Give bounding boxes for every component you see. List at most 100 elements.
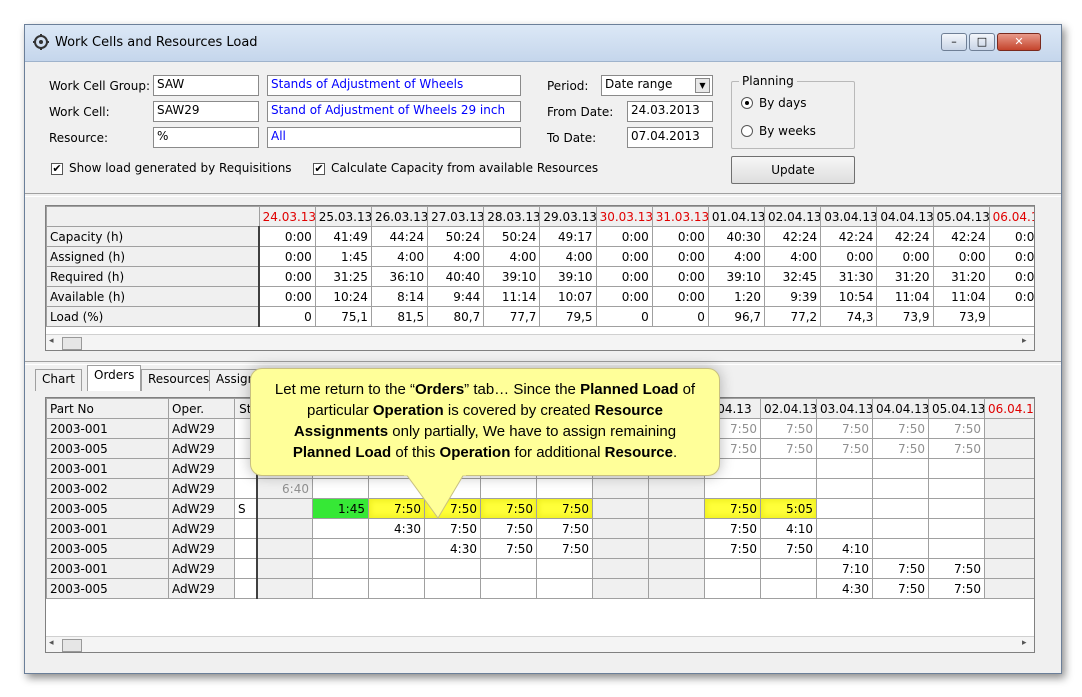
summary-cell[interactable]: 42:24 — [932, 226, 990, 247]
part-no-cell[interactable]: 2003-001 — [46, 418, 169, 439]
summary-cell[interactable]: 4:00 — [539, 246, 597, 267]
summary-cell[interactable]: 0:00 — [651, 266, 709, 287]
oper-cell[interactable]: AdW29 — [168, 418, 235, 439]
order-cell[interactable] — [592, 498, 649, 519]
order-cell[interactable] — [760, 478, 817, 499]
summary-cell[interactable]: 77,7 — [483, 306, 541, 327]
summary-cell[interactable]: 31:25 — [314, 266, 372, 287]
order-cell[interactable]: 7:50 — [536, 538, 593, 559]
summary-cell[interactable]: 0 — [988, 306, 1034, 327]
date-header[interactable]: 24.03.13 — [258, 206, 316, 227]
summary-cell[interactable]: 11:04 — [932, 286, 990, 307]
order-cell[interactable] — [928, 498, 985, 519]
summary-cell[interactable]: 79,5 — [539, 306, 597, 327]
order-cell[interactable] — [872, 518, 929, 539]
date-header[interactable]: 31.03.13 — [651, 206, 709, 227]
date-header[interactable]: 30.03.13 — [595, 206, 653, 227]
summary-cell[interactable]: 10:54 — [820, 286, 878, 307]
tab-chart[interactable]: Chart — [35, 369, 82, 391]
summary-cell[interactable]: 9:44 — [427, 286, 485, 307]
order-cell[interactable]: 7:50 — [536, 498, 593, 519]
order-cell[interactable]: 7:50 — [704, 538, 761, 559]
table-row[interactable]: 2003-001 AdW29 7:10 7:50 7:50 — [46, 558, 1034, 579]
summary-grid[interactable]: 24.03.13 25.03.13 26.03.13 27.03.13 28.03.13… — [45, 205, 1035, 351]
by-days-radio[interactable] — [741, 97, 753, 109]
tab-resources[interactable]: Resources — [141, 369, 217, 391]
date-header-0204[interactable]: 02.04.13 — [760, 398, 817, 419]
summary-cell[interactable]: 0:00 — [651, 286, 709, 307]
summary-cell[interactable]: 50:24 — [483, 226, 541, 247]
summary-cell[interactable]: 42:24 — [876, 226, 934, 247]
summary-cell[interactable]: 0:00 — [595, 266, 653, 287]
summary-cell[interactable]: 8:14 — [370, 286, 429, 307]
summary-cell[interactable]: 39:10 — [539, 266, 597, 287]
summary-cell[interactable]: 73,9 — [876, 306, 934, 327]
order-cell[interactable]: 7:50 — [928, 558, 985, 579]
order-cell[interactable] — [536, 578, 593, 599]
order-cell[interactable]: 4:30 — [424, 538, 481, 559]
part-no-cell[interactable]: 2003-005 — [46, 498, 169, 519]
order-cell[interactable] — [480, 578, 537, 599]
date-header[interactable]: 28.03.13 — [483, 206, 541, 227]
order-cell[interactable]: 4:30 — [368, 518, 425, 539]
order-cell[interactable] — [984, 578, 1034, 599]
order-cell[interactable] — [256, 498, 313, 519]
oper-cell[interactable]: AdW29 — [168, 478, 235, 499]
order-cell[interactable] — [536, 478, 593, 499]
order-cell[interactable]: 7:50 — [480, 538, 537, 559]
summary-cell[interactable]: 0:00 — [988, 286, 1034, 307]
summary-cell[interactable]: 77,2 — [764, 306, 822, 327]
order-cell[interactable]: 7:50 — [872, 418, 929, 439]
summary-cell[interactable]: 0:00 — [932, 246, 990, 267]
order-cell[interactable] — [872, 498, 929, 519]
summary-cell[interactable]: 4:00 — [370, 246, 429, 267]
update-button[interactable]: Update — [731, 156, 855, 184]
summary-cell[interactable]: 0:00 — [988, 226, 1034, 247]
chevron-down-icon[interactable]: ▼ — [695, 78, 710, 93]
scroll-thumb[interactable] — [62, 337, 82, 350]
show-requisitions-checkbox[interactable]: ✔ — [51, 163, 63, 175]
order-cell[interactable] — [424, 558, 481, 579]
order-cell[interactable] — [648, 498, 705, 519]
summary-cell[interactable]: 4:00 — [483, 246, 541, 267]
order-cell[interactable] — [984, 478, 1034, 499]
order-cell[interactable]: 7:50 — [536, 518, 593, 539]
close-button[interactable]: ✕ — [997, 33, 1041, 51]
summary-cell[interactable]: 0:00 — [820, 246, 878, 267]
order-cell[interactable]: 7:50 — [480, 498, 537, 519]
summary-cell[interactable]: 80,7 — [427, 306, 485, 327]
date-header-0604[interactable]: 06.04.13 — [984, 398, 1034, 419]
date-header[interactable]: 27.03.13 — [427, 206, 485, 227]
order-cell[interactable]: 5:05 — [760, 498, 817, 519]
oper-cell[interactable]: AdW29 — [168, 558, 235, 579]
summary-cell[interactable]: 49:17 — [539, 226, 597, 247]
summary-cell[interactable]: 0:00 — [595, 226, 653, 247]
orders-hscrollbar[interactable]: ◂ ▸ — [46, 636, 1034, 652]
order-cell[interactable] — [368, 538, 425, 559]
order-cell[interactable]: 7:50 — [872, 438, 929, 459]
date-header[interactable]: 29.03.13 — [539, 206, 597, 227]
order-cell[interactable] — [984, 518, 1034, 539]
order-cell[interactable] — [984, 498, 1034, 519]
oper-cell[interactable]: AdW29 — [168, 458, 235, 479]
summary-cell[interactable]: 0:00 — [258, 246, 316, 267]
order-cell[interactable]: 7:50 — [760, 538, 817, 559]
col-part-no[interactable]: Part No — [46, 398, 169, 419]
resource-input[interactable]: % — [153, 127, 259, 148]
summary-cell[interactable]: 0:00 — [595, 286, 653, 307]
order-cell[interactable] — [312, 478, 369, 499]
calc-capacity-checkbox[interactable]: ✔ — [313, 163, 325, 175]
maximize-button[interactable]: □ — [969, 33, 995, 51]
summary-cell[interactable]: 0 — [258, 306, 316, 327]
minimize-button[interactable]: – — [941, 33, 967, 51]
order-cell[interactable] — [928, 538, 985, 559]
scroll-right-icon[interactable]: ▸ — [1022, 336, 1027, 346]
order-cell[interactable]: 6:40 — [256, 478, 313, 499]
st-cell[interactable] — [234, 478, 258, 499]
order-cell[interactable] — [872, 458, 929, 479]
summary-cell[interactable]: 0:00 — [258, 226, 316, 247]
summary-cell[interactable]: 36:10 — [370, 266, 429, 287]
scroll-left-icon[interactable]: ◂ — [49, 336, 54, 346]
order-cell[interactable] — [592, 538, 649, 559]
order-cell[interactable]: 7:50 — [480, 518, 537, 539]
